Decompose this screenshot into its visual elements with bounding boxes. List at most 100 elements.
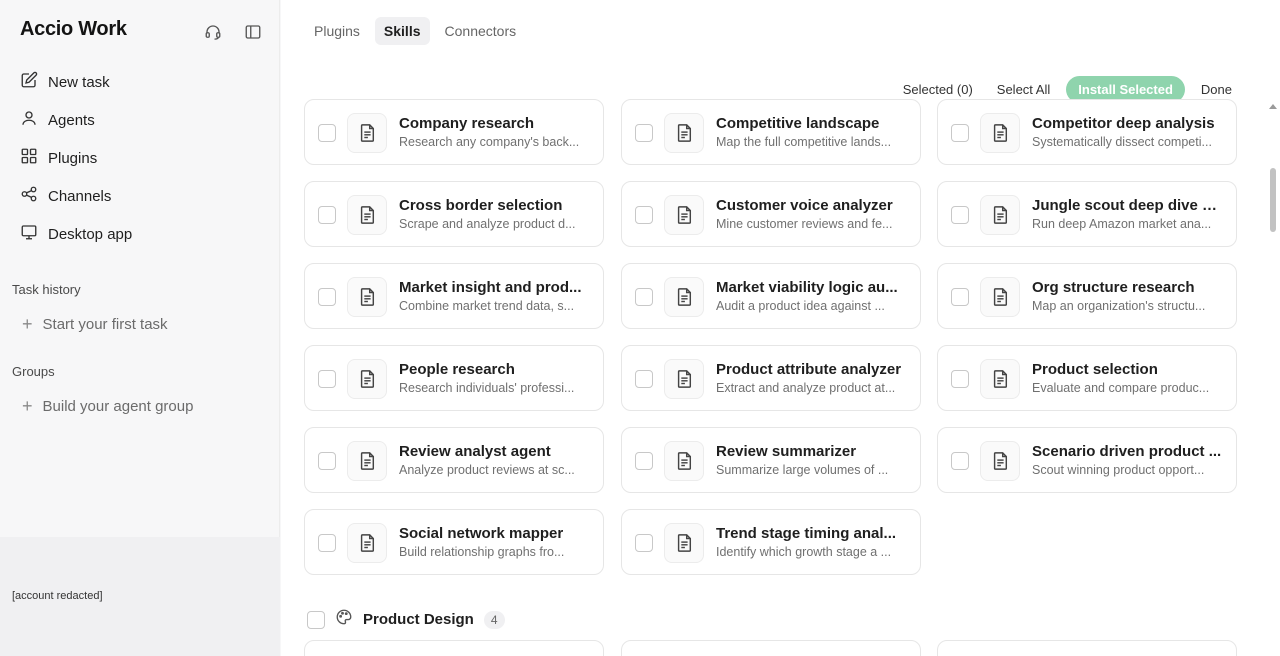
skill-description: Combine market trend data, s... [399,299,575,313]
headset-icon[interactable] [202,21,224,43]
tab-plugins[interactable]: Plugins [305,17,369,45]
tab-skills[interactable]: Skills [374,17,430,45]
task-history-heading: Task history [12,282,81,297]
skill-card[interactable]: Market insight and prod... Combine market… [304,263,604,329]
document-icon [664,359,704,399]
start-first-task-label: Start your first task [42,315,168,333]
document-icon [347,113,387,153]
skill-card[interactable] [304,640,604,656]
skill-description: Run deep Amazon market ana... [1032,217,1212,231]
channels-icon [20,185,38,207]
document-icon [980,359,1020,399]
skill-checkbox[interactable] [635,534,653,552]
skill-title: Review analyst agent [399,443,551,460]
scrollbar-thumb[interactable] [1270,168,1276,232]
skill-checkbox[interactable] [635,124,653,142]
skill-checkbox[interactable] [635,288,653,306]
nav-new-task[interactable]: New task [20,67,110,97]
nav-agents[interactable]: Agents [20,105,95,135]
skill-card[interactable]: Scenario driven product ... Scout winning… [937,427,1237,493]
skill-card[interactable]: Product attribute analyzer Extract and an… [621,345,921,411]
skill-description: Extract and analyze product at... [716,381,896,395]
skill-card[interactable] [621,640,921,656]
group-title: Product Design [363,611,474,628]
skill-card[interactable]: Company research Research any company's b… [304,99,604,165]
skill-title: Market viability logic au... [716,279,898,296]
select-all-button[interactable]: Select All [989,82,1058,97]
document-icon [664,113,704,153]
skill-card[interactable]: People research Research individuals' pro… [304,345,604,411]
skill-card[interactable]: Customer voice analyzer Mine customer rev… [621,181,921,247]
sidebar: Accio Work New task Agents Plugins Chann… [0,0,280,656]
skill-checkbox[interactable] [318,124,336,142]
skill-checkbox[interactable] [635,452,653,470]
group-header-product-design: Product Design 4 [307,608,505,631]
skill-description: Map the full competitive lands... [716,135,892,149]
nav-desktop-app[interactable]: Desktop app [20,219,132,249]
nav-channels[interactable]: Channels [20,181,111,211]
account-label[interactable]: [account redacted] [12,590,103,602]
build-agent-group-button[interactable]: + Build your agent group [22,397,193,415]
skill-title: Market insight and prod... [399,279,582,296]
skill-card[interactable]: Competitor deep analysis Systematically d… [937,99,1237,165]
skill-checkbox[interactable] [951,206,969,224]
nav-plugins[interactable]: Plugins [20,143,97,173]
start-first-task-button[interactable]: + Start your first task [22,315,168,333]
skill-description: Evaluate and compare produc... [1032,381,1210,395]
skill-checkbox[interactable] [318,206,336,224]
skill-checkbox[interactable] [318,452,336,470]
plus-icon: + [22,396,33,416]
skill-card[interactable] [937,640,1237,656]
skill-checkbox[interactable] [951,124,969,142]
skill-title: Customer voice analyzer [716,197,893,214]
skill-description: Research any company's back... [399,135,580,149]
skill-title: Company research [399,115,535,132]
skill-title: Competitive landscape [716,115,880,132]
skill-checkbox[interactable] [951,288,969,306]
skill-description: Identify which growth stage a ... [716,545,892,559]
skill-card[interactable]: Social network mapper Build relationship … [304,509,604,575]
nav-label: New task [48,73,110,91]
document-icon [980,195,1020,235]
skill-checkbox[interactable] [951,370,969,388]
skill-title: Scenario driven product ... [1032,443,1222,460]
skill-title: Product attribute analyzer [716,361,902,378]
skill-card[interactable]: Product selection Evaluate and compare pr… [937,345,1237,411]
skill-description: Systematically dissect competi... [1032,135,1212,149]
skill-checkbox[interactable] [635,370,653,388]
main-panel: Plugins Skills Connectors Selected (0) S… [281,0,1280,656]
sidebar-toggle-icon[interactable] [242,21,264,43]
skill-card[interactable]: Review summarizer Summarize large volumes… [621,427,921,493]
skill-card[interactable]: Jungle scout deep dive a... Run deep Amaz… [937,181,1237,247]
skill-description: Analyze product reviews at sc... [399,463,575,477]
skill-title: People research [399,361,515,378]
skill-card[interactable]: Review analyst agent Analyze product revi… [304,427,604,493]
skill-title: Review summarizer [716,443,857,460]
document-icon [347,277,387,317]
edit-icon [20,71,38,93]
skill-title: Trend stage timing anal... [716,525,897,542]
scroll-up-arrow[interactable] [1269,104,1277,109]
monitor-icon [20,223,38,245]
skill-checkbox[interactable] [635,206,653,224]
skill-checkbox[interactable] [318,288,336,306]
skill-card[interactable]: Org structure research Map an organizatio… [937,263,1237,329]
skill-card[interactable]: Market viability logic au... Audit a prod… [621,263,921,329]
document-icon [664,523,704,563]
skill-checkbox[interactable] [951,452,969,470]
document-icon [347,523,387,563]
user-icon [20,109,38,131]
palette-icon [335,608,353,631]
skill-card[interactable]: Competitive landscape Map the full compet… [621,99,921,165]
skill-card[interactable]: Trend stage timing anal... Identify which… [621,509,921,575]
document-icon [980,441,1020,481]
tab-connectors[interactable]: Connectors [436,17,526,45]
skill-card[interactable]: Cross border selection Scrape and analyze… [304,181,604,247]
document-icon [664,195,704,235]
skill-checkbox[interactable] [318,370,336,388]
skill-checkbox[interactable] [318,534,336,552]
document-icon [980,113,1020,153]
group-checkbox[interactable] [307,610,325,629]
document-icon [664,277,704,317]
done-button[interactable]: Done [1193,82,1240,97]
